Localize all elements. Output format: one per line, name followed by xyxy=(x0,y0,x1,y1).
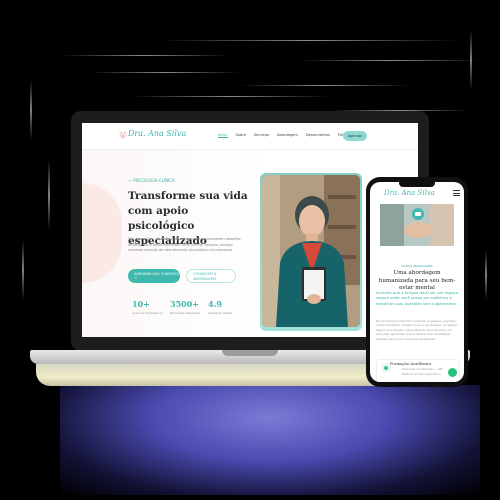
stat-label: Avaliação Média xyxy=(208,311,233,315)
phone-highlight-text: Acredito que a terapia deve ser um espaç… xyxy=(376,290,458,306)
nav-item-sobre[interactable]: Sobre xyxy=(236,133,246,138)
hamburger-menu-icon[interactable] xyxy=(453,190,460,198)
stat-label: Anos de Experiência xyxy=(132,311,163,315)
hero-description: Olá, sou a Dra. Ana Silva. Ajudo pessoas… xyxy=(128,237,241,253)
book-consultation-button[interactable]: AGENDAR SUA CONSULTA → xyxy=(128,269,180,283)
light-streak xyxy=(240,85,410,86)
hero-eyebrow: — PSICOLOGIA CLÍNICA xyxy=(128,178,175,183)
stat-rating: 4.9 Avaliação Média xyxy=(208,299,232,315)
phone-body-text: Na psicologia humanista centrada na pess… xyxy=(376,319,458,341)
phone-screen: Dra. Ana Silva NOSSA ABORDAGEM Uma abord… xyxy=(370,182,464,382)
education-item: Mestrado em Psicologia Clínica xyxy=(402,373,441,376)
nav-item-depoimentos[interactable]: Depoimentos xyxy=(306,133,330,138)
light-streak xyxy=(90,72,240,73)
stat-value: 3500+ xyxy=(170,299,199,309)
lotus-icon xyxy=(119,131,127,139)
stat-value: 4.9 xyxy=(208,299,222,309)
reflection-floor xyxy=(60,385,480,495)
nav-item-inicio[interactable]: Início xyxy=(218,133,228,138)
laptop-hinge xyxy=(222,350,278,356)
nav-item-abordagem[interactable]: Abordagem xyxy=(277,133,298,138)
light-streak xyxy=(60,55,230,56)
therapist-portrait xyxy=(262,175,360,327)
nav-item-servicos[interactable]: Serviços xyxy=(254,133,269,138)
light-streak xyxy=(130,96,330,97)
education-item: Graduação em Psicologia — USP xyxy=(402,368,443,371)
schedule-button[interactable]: Agendar xyxy=(343,131,367,141)
stat-experience: 10+ Anos de Experiência xyxy=(132,299,163,315)
phone-eyebrow: NOSSA ABORDAGEM xyxy=(401,264,433,268)
light-streak xyxy=(485,250,487,300)
logo[interactable]: Dra. Ana Silva xyxy=(128,129,186,138)
light-streak xyxy=(300,60,480,61)
whatsapp-icon[interactable] xyxy=(448,368,457,377)
stat-label: Pacientes Atendidos xyxy=(170,311,201,315)
light-streak xyxy=(48,160,50,230)
light-streak xyxy=(22,240,24,300)
light-streak xyxy=(160,40,460,41)
top-nav: Dra. Ana Silva Início Sobre Serviços Abo… xyxy=(82,123,418,150)
therapist-photo xyxy=(262,175,360,327)
hands-photo xyxy=(380,204,454,246)
phone-logo[interactable]: Dra. Ana Silva xyxy=(384,189,435,197)
phone-notch xyxy=(399,182,435,187)
light-streak xyxy=(470,30,472,90)
stat-patients: 3500+ Pacientes Atendidos xyxy=(170,299,200,315)
nav-links: Início Sobre Serviços Abordagem Depoimen… xyxy=(218,133,345,138)
light-streak xyxy=(30,80,32,140)
learn-approach-button[interactable]: CONHECER A ABORDAGEM xyxy=(186,269,236,283)
stat-value: 10+ xyxy=(132,299,150,309)
education-card-title: Formação Acadêmica xyxy=(390,361,432,366)
phone-hero-photo xyxy=(380,204,454,246)
